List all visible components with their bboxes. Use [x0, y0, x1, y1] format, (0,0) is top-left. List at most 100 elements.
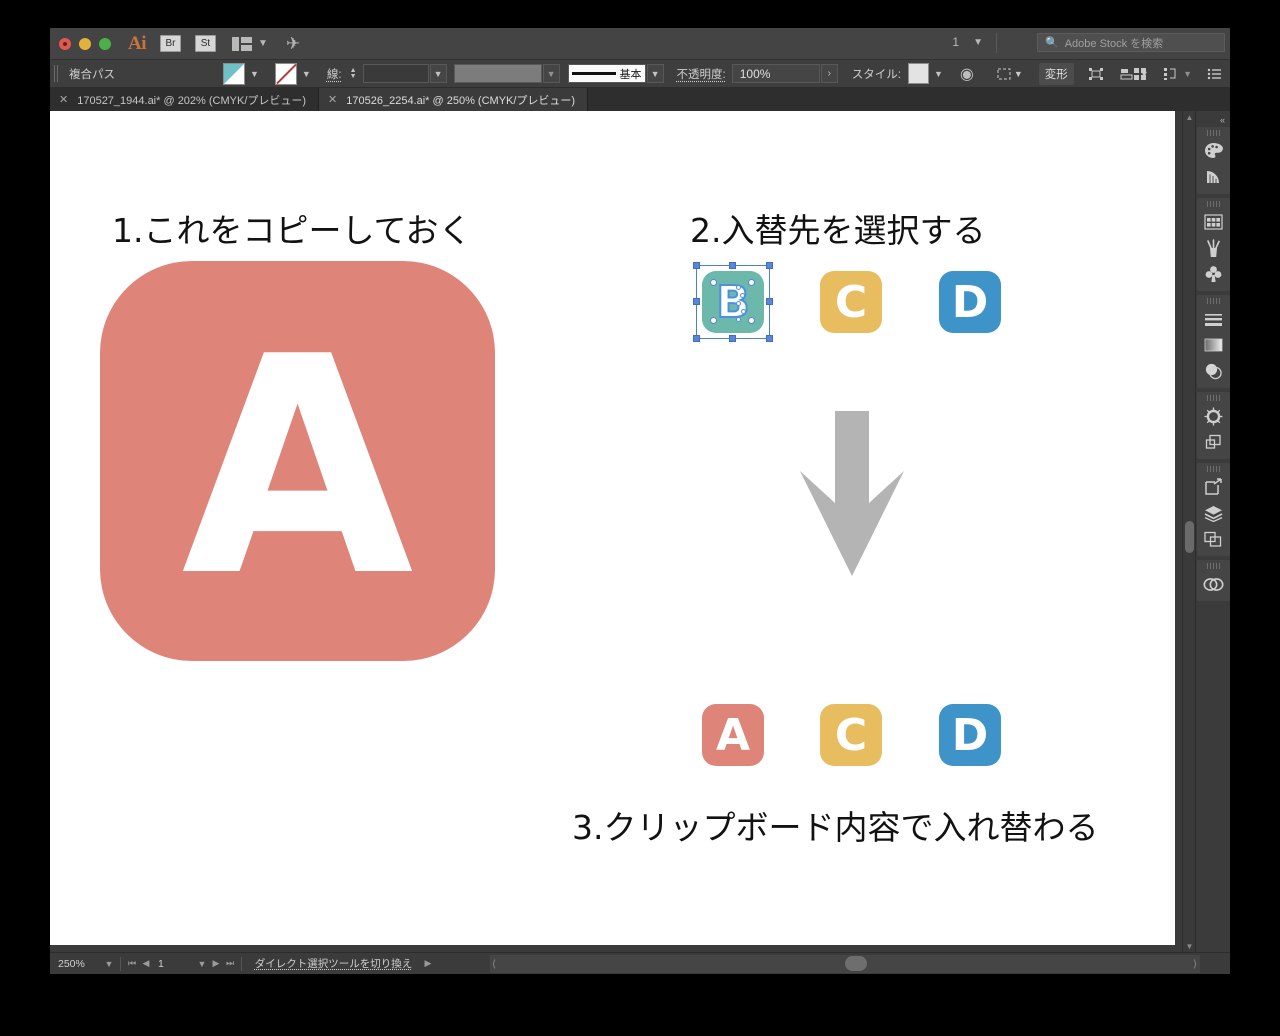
close-tab-icon[interactable]: ✕ — [59, 93, 68, 106]
path-anchor-point[interactable] — [748, 317, 755, 324]
selection-handle[interactable] — [729, 262, 736, 269]
transparency-icon[interactable] — [1197, 358, 1230, 384]
distribute-icon[interactable]: ▼ — [1163, 67, 1192, 81]
select-similar-icon[interactable]: ▼ — [996, 67, 1023, 81]
close-window-button[interactable] — [59, 37, 71, 50]
fill-chevron-down-icon[interactable]: ▼ — [250, 69, 259, 79]
arrange-chevron-down-icon[interactable]: ▼ — [258, 38, 268, 49]
transform-button[interactable]: 変形 — [1038, 62, 1074, 85]
path-anchor-point[interactable] — [740, 293, 745, 298]
status-menu-icon[interactable]: ▶ — [421, 958, 435, 969]
graphic-style-swatch[interactable] — [907, 63, 929, 84]
prev-page-icon[interactable]: ◀ — [139, 958, 153, 969]
stroke-icon[interactable] — [1197, 306, 1230, 332]
panel-group-grip[interactable] — [1206, 563, 1220, 569]
panel-group-grip[interactable] — [1206, 466, 1220, 472]
panel-group-grip[interactable] — [1206, 130, 1220, 136]
stroke-profile-chevron-down-icon[interactable]: ▼ — [542, 64, 560, 83]
opacity-options-icon[interactable]: › — [820, 64, 838, 83]
stroke-profile-input[interactable] — [453, 64, 542, 83]
selection-handle[interactable] — [766, 262, 773, 269]
stroke-weight-input[interactable] — [362, 64, 429, 83]
brushes-icon[interactable] — [1197, 235, 1230, 261]
panel-options-icon[interactable] — [1207, 68, 1222, 80]
artboard[interactable]: 1.これをコピーしておく A 2.入替先を選択する C D B A C D 3.… — [50, 111, 1175, 945]
arrange-documents-icon[interactable] — [232, 36, 252, 51]
canvas-horizontal-scrollbar[interactable]: ⟨ ⟩ — [490, 955, 1200, 973]
first-page-icon[interactable]: ⏮ — [125, 958, 139, 969]
stock-search-field[interactable]: 🔍 Adobe Stock を検索 — [1037, 33, 1225, 52]
opacity-input[interactable]: 100% — [731, 64, 820, 83]
horizontal-scroll-thumb[interactable] — [845, 956, 867, 971]
next-page-icon[interactable]: ▶ — [209, 958, 223, 969]
appearance-icon[interactable] — [1197, 403, 1230, 429]
page-number-input[interactable]: 1 — [153, 958, 195, 970]
stock-button[interactable]: St — [195, 35, 216, 52]
canvas-area[interactable]: 1.これをコピーしておく A 2.入替先を選択する C D B A C D 3.… — [50, 111, 1195, 952]
sync-settings-icon[interactable]: ✈ — [286, 34, 300, 54]
chevron-down-icon[interactable]: ▼ — [973, 37, 983, 48]
path-anchor-point[interactable] — [710, 279, 717, 286]
stroke-color-swatch[interactable] — [274, 62, 297, 85]
document-count[interactable]: 1 ▼ — [952, 33, 997, 53]
scroll-left-icon[interactable]: ⟨ — [492, 959, 496, 970]
selection-handle[interactable] — [766, 335, 773, 342]
control-bar-grip[interactable] — [54, 65, 59, 82]
document-tab-active[interactable]: ✕ 170526_2254.ai* @ 250% (CMYK/プレビュー) — [319, 88, 589, 111]
brush-definition-field[interactable]: 基本 — [567, 64, 646, 83]
path-anchor-point[interactable] — [741, 309, 746, 314]
path-anchor-point[interactable] — [736, 317, 741, 322]
color-icon[interactable] — [1197, 138, 1230, 164]
creative-cloud-libraries-icon[interactable] — [1197, 571, 1230, 597]
document-tab[interactable]: ✕ 170527_1944.ai* @ 202% (CMYK/プレビュー) — [50, 88, 320, 111]
stepper-down-icon[interactable]: ▼ — [350, 73, 357, 80]
selection-handle[interactable] — [693, 262, 700, 269]
align-grid-icon[interactable] — [1133, 67, 1148, 81]
result-tile-a[interactable]: A — [702, 704, 764, 766]
graphic-styles-icon[interactable] — [1197, 429, 1230, 455]
panel-group-grip[interactable] — [1206, 298, 1220, 304]
fill-color-swatch[interactable] — [223, 62, 245, 85]
page-chevron-down-icon[interactable]: ▼ — [195, 959, 209, 969]
zoom-level-input[interactable]: 250% — [54, 956, 102, 972]
color-guide-icon[interactable] — [1197, 164, 1230, 190]
style-chevron-down-icon[interactable]: ▼ — [934, 69, 943, 79]
layers-icon[interactable] — [1197, 500, 1230, 526]
vertical-scroll-thumb[interactable] — [1185, 521, 1194, 553]
selection-handle[interactable] — [766, 298, 773, 305]
recolor-artwork-icon[interactable]: ◉ — [960, 64, 974, 84]
path-anchor-point[interactable] — [748, 279, 755, 286]
scroll-up-icon[interactable]: ▲ — [1183, 111, 1195, 123]
selection-handle[interactable] — [693, 335, 700, 342]
stroke-chevron-down-icon[interactable]: ▼ — [302, 69, 311, 79]
swatches-icon[interactable] — [1197, 209, 1230, 235]
panel-group-grip[interactable] — [1206, 395, 1220, 401]
artboards-icon[interactable] — [1197, 474, 1230, 500]
last-page-icon[interactable]: ⏭ — [223, 958, 237, 969]
target-tile-d[interactable]: D — [939, 271, 1001, 333]
path-anchor-point[interactable] — [736, 301, 741, 306]
minimize-window-button[interactable] — [79, 37, 91, 50]
scroll-right-icon[interactable]: ⟩ — [1193, 959, 1197, 970]
gradient-icon[interactable] — [1197, 332, 1230, 358]
canvas-vertical-scrollbar[interactable]: ▲ ▼ — [1182, 111, 1195, 952]
target-tile-c[interactable]: C — [820, 271, 882, 333]
close-tab-icon[interactable]: ✕ — [328, 93, 337, 106]
selection-handle[interactable] — [729, 335, 736, 342]
result-tile-c[interactable]: C — [820, 704, 882, 766]
symbols-icon[interactable] — [1197, 261, 1230, 287]
zoom-window-button[interactable] — [99, 37, 111, 50]
zoom-chevron-down-icon[interactable]: ▼ — [102, 959, 116, 969]
bridge-button[interactable]: Br — [160, 35, 181, 52]
links-icon[interactable] — [1197, 526, 1230, 552]
brush-chevron-down-icon[interactable]: ▼ — [646, 64, 664, 83]
path-anchor-point[interactable] — [710, 317, 717, 324]
scroll-down-icon[interactable]: ▼ — [1183, 940, 1195, 952]
stroke-weight-chevron-down-icon[interactable]: ▼ — [429, 64, 447, 83]
collapse-panels-icon[interactable]: « — [1196, 113, 1230, 127]
isolate-group-icon[interactable] — [1088, 67, 1104, 81]
stroke-weight-stepper[interactable]: ▲ ▼ — [348, 67, 359, 80]
selection-handle[interactable] — [693, 298, 700, 305]
path-anchor-point[interactable] — [736, 285, 741, 290]
result-tile-d[interactable]: D — [939, 704, 1001, 766]
